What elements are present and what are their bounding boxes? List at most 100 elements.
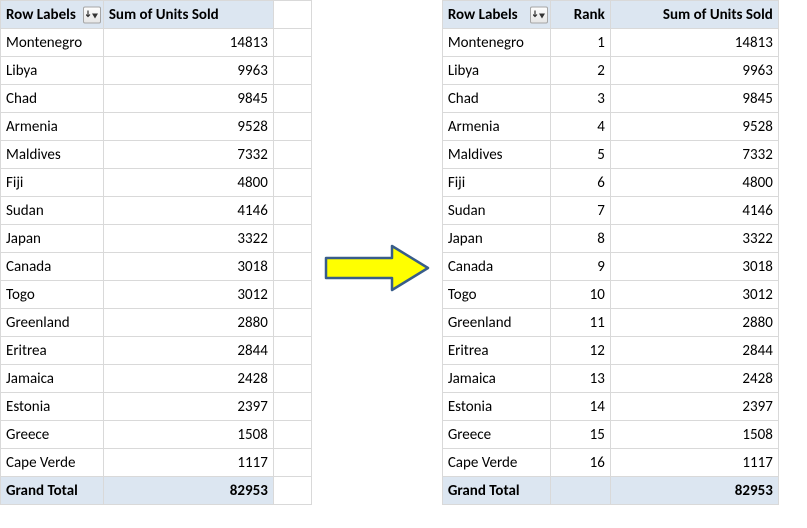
row-rank[interactable]: 4 — [550, 113, 610, 141]
row-rank[interactable]: 9 — [550, 253, 610, 281]
row-label[interactable]: Canada — [1, 253, 104, 281]
row-sum[interactable]: 9963 — [610, 57, 778, 85]
row-label[interactable]: Estonia — [442, 393, 550, 421]
row-rank[interactable]: 8 — [550, 225, 610, 253]
row-rank[interactable]: 14 — [550, 393, 610, 421]
row-label[interactable]: Chad — [1, 85, 104, 113]
row-label[interactable]: Japan — [442, 225, 550, 253]
row-label[interactable]: Estonia — [1, 393, 104, 421]
row-sum[interactable]: 1508 — [610, 421, 778, 449]
row-label[interactable]: Cape Verde — [442, 449, 550, 477]
row-sum[interactable]: 7332 — [103, 141, 273, 169]
row-sum[interactable]: 4146 — [103, 197, 273, 225]
row-label[interactable]: Canada — [442, 253, 550, 281]
table-row: Cape Verde161117 — [442, 449, 778, 477]
row-label[interactable]: Armenia — [442, 113, 550, 141]
row-label[interactable]: Maldives — [442, 141, 550, 169]
row-sum[interactable]: 2844 — [610, 337, 778, 365]
row-sum[interactable]: 2844 — [103, 337, 273, 365]
row-label[interactable]: Libya — [442, 57, 550, 85]
left-pivot-table: Row Labels Sum of Units Sold Montenegro1… — [0, 0, 312, 505]
right-grand-total-row: Grand Total 82953 — [442, 477, 778, 505]
row-label[interactable]: Fiji — [1, 169, 104, 197]
row-rank[interactable]: 1 — [550, 29, 610, 57]
row-sum[interactable]: 1508 — [103, 421, 273, 449]
left-grand-total-value: 82953 — [103, 477, 273, 505]
row-label[interactable]: Greenland — [1, 309, 104, 337]
row-sum[interactable]: 9528 — [610, 113, 778, 141]
row-label[interactable]: Togo — [1, 281, 104, 309]
row-sum[interactable]: 9845 — [610, 85, 778, 113]
sort-descending-icon[interactable] — [83, 6, 101, 23]
row-label[interactable]: Togo — [442, 281, 550, 309]
row-label[interactable]: Eritrea — [442, 337, 550, 365]
row-label[interactable]: Jamaica — [442, 365, 550, 393]
row-sum[interactable]: 3322 — [103, 225, 273, 253]
row-rank[interactable]: 11 — [550, 309, 610, 337]
row-sum[interactable]: 3322 — [610, 225, 778, 253]
table-row: Greenland2880 — [1, 309, 312, 337]
row-sum[interactable]: 3012 — [103, 281, 273, 309]
row-rank[interactable]: 15 — [550, 421, 610, 449]
row-sum[interactable]: 2880 — [610, 309, 778, 337]
row-label[interactable]: Fiji — [442, 169, 550, 197]
table-row: Armenia49528 — [442, 113, 778, 141]
row-rank[interactable]: 6 — [550, 169, 610, 197]
row-rank[interactable]: 10 — [550, 281, 610, 309]
row-sum[interactable]: 14813 — [103, 29, 273, 57]
row-sum[interactable]: 9963 — [103, 57, 273, 85]
row-label[interactable]: Armenia — [1, 113, 104, 141]
row-sum[interactable]: 1117 — [103, 449, 273, 477]
row-rank[interactable]: 12 — [550, 337, 610, 365]
row-rank[interactable]: 16 — [550, 449, 610, 477]
sort-descending-icon[interactable] — [530, 6, 548, 23]
row-label[interactable]: Sudan — [442, 197, 550, 225]
row-rank[interactable]: 7 — [550, 197, 610, 225]
row-label[interactable]: Greece — [1, 421, 104, 449]
row-sum[interactable]: 3012 — [610, 281, 778, 309]
row-sum[interactable]: 14813 — [610, 29, 778, 57]
spacer-cell — [273, 141, 311, 169]
row-sum[interactable]: 3018 — [610, 253, 778, 281]
row-label[interactable]: Greece — [442, 421, 550, 449]
row-label[interactable]: Libya — [1, 57, 104, 85]
left-header-row-labels[interactable]: Row Labels — [1, 1, 104, 29]
row-sum[interactable]: 2428 — [610, 365, 778, 393]
row-label[interactable]: Eritrea — [1, 337, 104, 365]
spacer-cell — [273, 337, 311, 365]
row-sum[interactable]: 9845 — [103, 85, 273, 113]
row-label[interactable]: Greenland — [442, 309, 550, 337]
row-rank[interactable]: 2 — [550, 57, 610, 85]
row-label[interactable]: Montenegro — [442, 29, 550, 57]
row-sum[interactable]: 7332 — [610, 141, 778, 169]
row-sum[interactable]: 2397 — [610, 393, 778, 421]
row-sum[interactable]: 4146 — [610, 197, 778, 225]
right-header-row-labels[interactable]: Row Labels — [442, 1, 550, 29]
row-sum[interactable]: 1117 — [610, 449, 778, 477]
right-grand-total-label: Grand Total — [442, 477, 550, 505]
row-rank[interactable]: 13 — [550, 365, 610, 393]
row-sum[interactable]: 3018 — [103, 253, 273, 281]
spacer-header — [273, 1, 311, 29]
row-label[interactable]: Japan — [1, 225, 104, 253]
row-sum[interactable]: 2428 — [103, 365, 273, 393]
row-label[interactable]: Montenegro — [1, 29, 104, 57]
row-label[interactable]: Cape Verde — [1, 449, 104, 477]
row-rank[interactable]: 5 — [550, 141, 610, 169]
right-header-rank-text: Rank — [574, 6, 605, 24]
row-label[interactable]: Maldives — [1, 141, 104, 169]
row-label[interactable]: Chad — [442, 85, 550, 113]
row-sum[interactable]: 9528 — [103, 113, 273, 141]
row-label[interactable]: Sudan — [1, 197, 104, 225]
table-row: Sudan4146 — [1, 197, 312, 225]
row-label[interactable]: Jamaica — [1, 365, 104, 393]
right-table-body: Montenegro114813Libya29963Chad39845Armen… — [442, 29, 778, 477]
row-rank[interactable]: 3 — [550, 85, 610, 113]
row-sum[interactable]: 4800 — [610, 169, 778, 197]
table-row: Greece1508 — [1, 421, 312, 449]
row-sum[interactable]: 2880 — [103, 309, 273, 337]
row-sum[interactable]: 4800 — [103, 169, 273, 197]
row-sum[interactable]: 2397 — [103, 393, 273, 421]
table-row: Montenegro114813 — [442, 29, 778, 57]
table-row: Maldives57332 — [442, 141, 778, 169]
